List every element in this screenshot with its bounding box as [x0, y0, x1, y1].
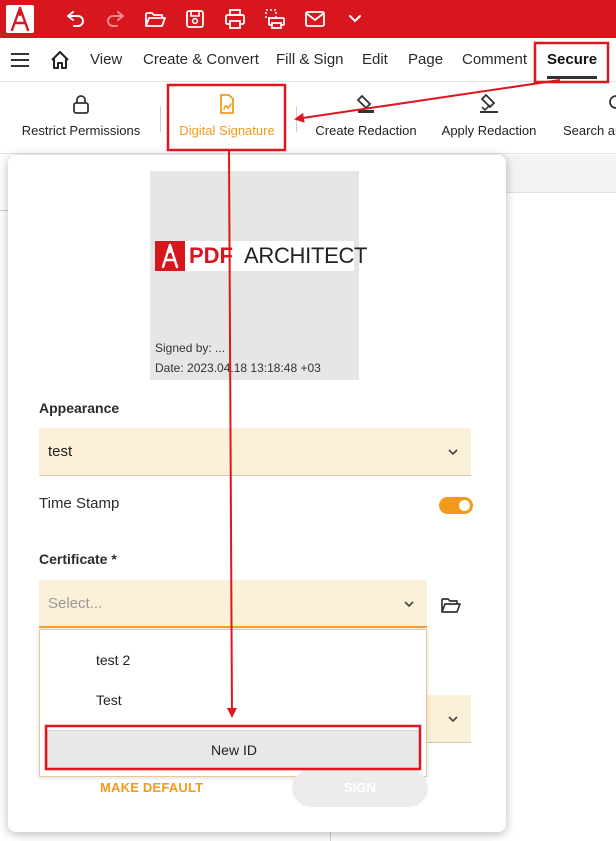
digital-signature-button[interactable]: Digital Signature — [170, 82, 284, 154]
menu-secure[interactable]: Secure — [547, 38, 598, 82]
apply-redaction-button[interactable]: Apply Redaction — [432, 82, 546, 154]
apply-redaction-label: Apply Redaction — [441, 123, 537, 138]
chevron-down-icon[interactable] — [343, 7, 367, 31]
open-folder-icon[interactable] — [143, 7, 167, 31]
ribbon-divider — [160, 106, 161, 132]
redaction-marker-icon — [354, 92, 378, 116]
certificate-option[interactable]: test 2 — [96, 652, 130, 668]
signature-document-icon — [215, 92, 239, 116]
lock-icon — [69, 92, 93, 116]
chevron-down-icon — [447, 712, 459, 724]
appearance-select[interactable]: test — [39, 428, 471, 476]
ribbon-divider — [296, 106, 297, 132]
chevron-down-icon — [447, 445, 459, 457]
brand-pdf-text: PDF — [189, 243, 233, 268]
brand-architect-text: ARCHITECT — [244, 243, 368, 268]
toggle-knob — [459, 500, 470, 511]
save-icon[interactable] — [183, 7, 207, 31]
make-default-button[interactable]: MAKE DEFAULT — [100, 780, 203, 795]
restrict-permissions-button[interactable]: Restrict Permissions — [14, 82, 148, 154]
digital-signature-panel: PDF ARCHITECT Signed by: ... Date: 2023.… — [8, 155, 506, 832]
ribbon-toolbar: Restrict Permissions Digital Signature C… — [0, 82, 616, 154]
undo-icon[interactable] — [63, 7, 87, 31]
print-icon[interactable] — [223, 7, 247, 31]
certificate-option[interactable]: Test — [96, 692, 122, 708]
create-redaction-button[interactable]: Create Redaction — [306, 82, 426, 154]
digital-signature-label: Digital Signature — [179, 123, 275, 138]
brand-logo-icon — [155, 241, 185, 271]
signature-preview: PDF ARCHITECT Signed by: ... Date: 2023.… — [150, 171, 368, 380]
page-divider — [0, 210, 8, 211]
time-stamp-toggle[interactable] — [439, 497, 473, 514]
menu-page[interactable]: Page — [408, 38, 443, 82]
new-id-button[interactable]: New ID — [47, 730, 421, 770]
hamburger-menu-icon[interactable] — [10, 50, 30, 70]
appearance-label: Appearance — [39, 400, 120, 416]
menu-edit[interactable]: Edit — [362, 38, 388, 82]
signature-date-text: Date: 2023.04.18 13:18:48 +03 — [155, 361, 321, 375]
redo-icon[interactable] — [104, 7, 128, 31]
document-toolbar-strip — [500, 155, 616, 193]
app-logo-icon[interactable] — [6, 5, 34, 33]
menu-view[interactable]: View — [90, 38, 122, 82]
appearance-value: test — [48, 443, 73, 460]
menu-create-convert[interactable]: Create & Convert — [143, 38, 259, 82]
pdf-architect-logo: PDF ARCHITECT — [155, 241, 368, 271]
certificate-label: Certificate * — [39, 551, 117, 567]
sign-button[interactable]: SIGN — [292, 769, 428, 807]
certificate-select[interactable]: Select... — [39, 580, 427, 628]
home-icon[interactable] — [49, 49, 71, 71]
signed-by-text: Signed by: ... — [155, 341, 226, 355]
menu-bar: View Create & Convert Fill & Sign Edit P… — [0, 38, 616, 82]
apply-redaction-icon — [477, 92, 501, 116]
menu-comment[interactable]: Comment — [462, 38, 527, 82]
search-redact-label: Search ar — [563, 123, 616, 138]
restrict-permissions-label: Restrict Permissions — [21, 123, 141, 138]
certificate-placeholder: Select... — [48, 595, 103, 612]
search-redact-button[interactable]: Search ar — [560, 82, 616, 154]
create-redaction-label: Create Redaction — [315, 123, 417, 138]
scan-print-icon[interactable] — [263, 7, 287, 31]
time-stamp-label: Time Stamp — [39, 495, 120, 512]
mail-icon[interactable] — [303, 7, 327, 31]
certificate-dropdown: test 2 Test New ID — [39, 629, 427, 777]
browse-folder-icon[interactable] — [440, 594, 462, 616]
search-icon — [606, 92, 616, 116]
menu-fill-sign[interactable]: Fill & Sign — [276, 38, 344, 82]
title-bar — [0, 0, 616, 38]
chevron-down-icon — [403, 597, 415, 609]
